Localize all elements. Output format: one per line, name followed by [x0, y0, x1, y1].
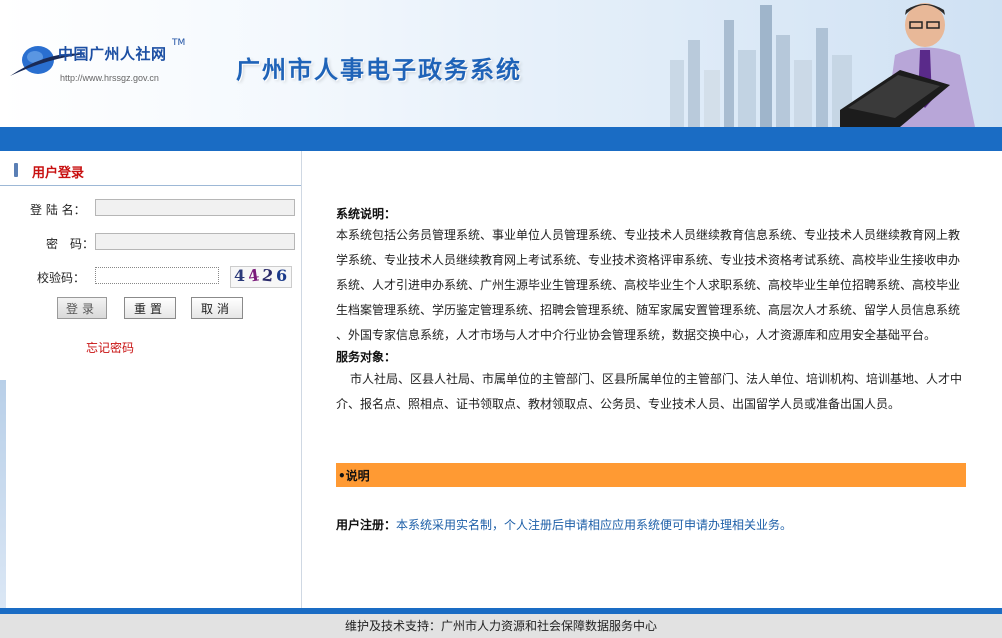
- cancel-button[interactable]: 取消: [191, 297, 243, 319]
- register-note: 用户注册：本系统采用实名制，个人注册后申请相应应用系统便可申请办理相关业务。: [336, 516, 792, 533]
- captcha-char: 4: [246, 266, 261, 286]
- logo-trademark: TM: [172, 38, 186, 48]
- description-text: 本系统包括公务员管理系统、事业单位人员管理系统、专业技术人员继续教育信息系统、专…: [336, 228, 961, 342]
- username-label: 登 陆 名：: [30, 203, 86, 217]
- header-marker-icon: [14, 163, 18, 177]
- register-label: 用户注册：: [336, 518, 397, 532]
- logo-url: http://www.hrssgz.gov.cn: [60, 73, 159, 83]
- footer-text: 维护及技术支持：广州市人力资源和社会保障数据服务中心: [344, 619, 657, 633]
- login-button[interactable]: 登录: [57, 297, 107, 319]
- service-text: 市人社局、区县人社局、市属单位的主管部门、区县所属单位的主管部门、法人单位、培训…: [336, 372, 963, 411]
- system-description-panel: 系统说明： 本系统包括公务员管理系统、事业单位人员管理系统、专业技术人员继续教育…: [302, 151, 1002, 608]
- register-text: 本系统采用实名制，个人注册后申请相应应用系统便可申请办理相关业务。: [396, 518, 793, 532]
- service-title: 服务对象：: [336, 350, 397, 364]
- login-panel-header: 用户登录: [0, 151, 301, 186]
- captcha-image[interactable]: 4 4 2 6: [230, 266, 292, 288]
- captcha-label: 校验码：: [37, 271, 86, 285]
- username-input[interactable]: [95, 199, 295, 216]
- captcha-char: 4: [234, 266, 246, 285]
- reset-button[interactable]: 重置: [124, 297, 176, 319]
- captcha-input[interactable]: [95, 267, 219, 284]
- forgot-password-link[interactable]: 忘记密码: [86, 339, 134, 356]
- footer: 维护及技术支持：广州市人力资源和社会保障数据服务中心: [0, 614, 1002, 638]
- login-panel: 用户登录 登 陆 名： 密 码： 校验码： 4 4 2 6 登录 重置 取消 忘…: [0, 151, 302, 608]
- captcha-char: 6: [276, 266, 288, 285]
- password-label: 密 码：: [46, 237, 95, 251]
- description-title: 系统说明：: [336, 207, 397, 221]
- notice-bar: •说明: [336, 463, 966, 487]
- logo-name: 中国广州人社网: [58, 45, 167, 63]
- notice-title: •说明: [338, 469, 370, 483]
- person-laptop-image: [840, 3, 975, 127]
- captcha-char: 2: [261, 266, 275, 286]
- system-title: 广州市人事电子政务系统: [236, 56, 522, 84]
- login-panel-title: 用户登录: [32, 166, 85, 181]
- header-banner: 中国广州人社网 TM http://www.hrssgz.gov.cn 广州市人…: [0, 0, 1002, 127]
- header-blue-bar: [0, 127, 1002, 151]
- password-input[interactable]: [95, 233, 295, 250]
- left-edge-gradient: [0, 380, 6, 608]
